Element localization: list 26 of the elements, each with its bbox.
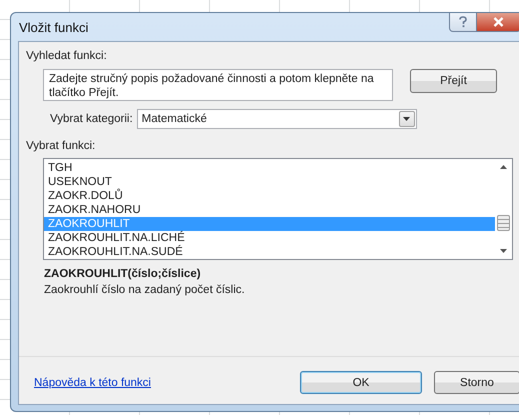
category-dropdown[interactable]: Matematické [136, 109, 417, 129]
category-label: Vybrat kategorii: [50, 113, 133, 125]
function-description: Zaokrouhlí číslo na zadaný počet číslic. [44, 284, 245, 296]
function-list-item[interactable]: ZAOKR.DOLŮ [44, 189, 495, 203]
function-signature: ZAOKROUHLIT(číslo;číslice) [44, 268, 201, 280]
dropdown-arrow-icon [403, 117, 410, 121]
function-list-label: Vybrat funkci: [26, 140, 96, 152]
function-list-item[interactable]: USEKNOUT [44, 175, 495, 189]
ok-button[interactable]: OK [300, 371, 422, 394]
close-icon [493, 17, 504, 27]
function-list-item[interactable]: ZAOKROUHLIT.NA.LICHÉ [44, 231, 495, 245]
window-title: Vložit funkci [18, 20, 88, 34]
help-link[interactable]: Nápověda k této funkci [34, 376, 151, 388]
function-list-item[interactable]: ZAOKROUHLIT.NA.SUDÉ [44, 245, 495, 259]
scroll-up-icon [500, 165, 507, 169]
cancel-button[interactable]: Storno [434, 371, 519, 394]
search-label: Vyhledat funkci: [26, 50, 107, 62]
scroll-down-icon [500, 249, 507, 253]
help-button[interactable] [449, 13, 477, 32]
search-field[interactable]: Zadejte stručný popis požadované činnosti a potom klepněte na tlačítko Přejít. [43, 69, 393, 101]
function-list-item[interactable]: ZAOKR.NAHORU [44, 203, 495, 217]
scrollbar-thumb[interactable] [497, 215, 510, 231]
go-button[interactable]: Přejít [410, 69, 497, 93]
close-button[interactable] [477, 13, 519, 32]
help-icon [458, 16, 468, 28]
function-list-item[interactable]: TGH [44, 161, 495, 175]
